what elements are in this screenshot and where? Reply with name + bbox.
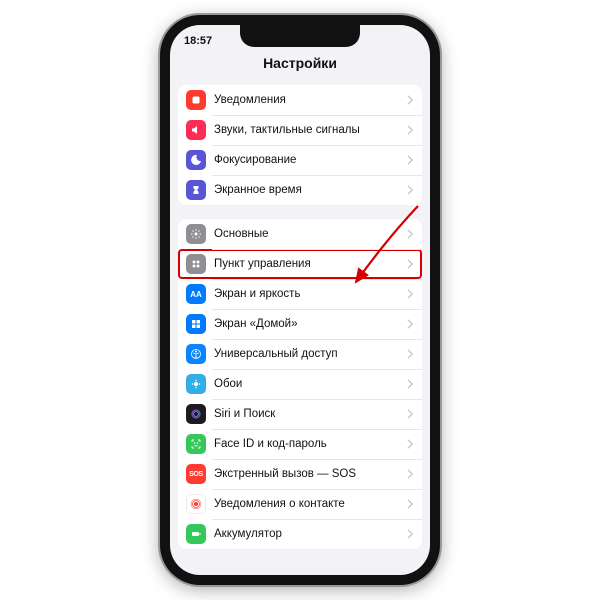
settings-group-1: Уведомления Звуки, тактильные сигналы Фо… [178, 85, 422, 205]
row-label: Уведомления о контакте [214, 498, 407, 510]
chevron-right-icon [407, 125, 414, 135]
chevron-right-icon [407, 229, 414, 239]
battery-icon [186, 524, 206, 544]
row-label: Экранное время [214, 184, 407, 196]
row-label: Экран и яркость [214, 288, 407, 300]
chevron-right-icon [407, 289, 414, 299]
wallpaper-icon [186, 374, 206, 394]
display-icon: AA [186, 284, 206, 304]
chevron-right-icon [407, 349, 414, 359]
row-focus[interactable]: Фокусирование [178, 145, 422, 175]
row-battery[interactable]: Аккумулятор [178, 519, 422, 549]
row-screentime[interactable]: Экранное время [178, 175, 422, 205]
sos-icon: SOS [186, 464, 206, 484]
chevron-right-icon [407, 439, 414, 449]
row-label: Siri и Поиск [214, 408, 407, 420]
home-icon [186, 314, 206, 334]
general-icon [186, 224, 206, 244]
row-faceid[interactable]: Face ID и код-пароль [178, 429, 422, 459]
page-title: Настройки [170, 53, 430, 79]
control-center-icon [186, 254, 206, 274]
accessibility-icon [186, 344, 206, 364]
focus-icon [186, 150, 206, 170]
chevron-right-icon [407, 95, 414, 105]
row-contact-notif[interactable]: Уведомления о контакте [178, 489, 422, 519]
screentime-icon [186, 180, 206, 200]
row-label: Уведомления [214, 94, 407, 106]
row-label: Аккумулятор [214, 528, 407, 540]
row-label: Звуки, тактильные сигналы [214, 124, 407, 136]
row-label: Обои [214, 378, 407, 390]
settings-group-2: Основные Пункт управления AA Экран и ярк… [178, 219, 422, 549]
row-sos[interactable]: SOS Экстренный вызов — SOS [178, 459, 422, 489]
chevron-right-icon [407, 409, 414, 419]
row-control-center[interactable]: Пункт управления [178, 249, 422, 279]
status-indicators [410, 35, 416, 47]
row-homescreen[interactable]: Экран «Домой» [178, 309, 422, 339]
row-label: Face ID и код-пароль [214, 438, 407, 450]
screen: 18:57 Настройки Уведомления Звуки, такти… [170, 25, 430, 575]
chevron-right-icon [407, 319, 414, 329]
row-accessibility[interactable]: Универсальный доступ [178, 339, 422, 369]
faceid-icon [186, 434, 206, 454]
row-label: Экстренный вызов — SOS [214, 468, 407, 480]
row-label: Фокусирование [214, 154, 407, 166]
row-notifications[interactable]: Уведомления [178, 85, 422, 115]
status-time: 18:57 [184, 35, 212, 47]
row-label: Пункт управления [214, 258, 407, 270]
row-siri[interactable]: Siri и Поиск [178, 399, 422, 429]
siri-icon [186, 404, 206, 424]
row-label: Основные [214, 228, 407, 240]
exposure-icon [186, 494, 206, 514]
chevron-right-icon [407, 185, 414, 195]
chevron-right-icon [407, 469, 414, 479]
row-general[interactable]: Основные [178, 219, 422, 249]
chevron-right-icon [407, 155, 414, 165]
chevron-right-icon [407, 499, 414, 509]
chevron-right-icon [407, 259, 414, 269]
chevron-right-icon [407, 379, 414, 389]
row-label: Универсальный доступ [214, 348, 407, 360]
row-display[interactable]: AA Экран и яркость [178, 279, 422, 309]
row-label: Экран «Домой» [214, 318, 407, 330]
row-wallpaper[interactable]: Обои [178, 369, 422, 399]
notifications-icon [186, 90, 206, 110]
sounds-icon [186, 120, 206, 140]
chevron-right-icon [407, 529, 414, 539]
row-sounds[interactable]: Звуки, тактильные сигналы [178, 115, 422, 145]
notch [240, 25, 360, 47]
settings-list[interactable]: Уведомления Звуки, тактильные сигналы Фо… [170, 79, 430, 575]
phone-frame: 18:57 Настройки Уведомления Звуки, такти… [160, 15, 440, 585]
